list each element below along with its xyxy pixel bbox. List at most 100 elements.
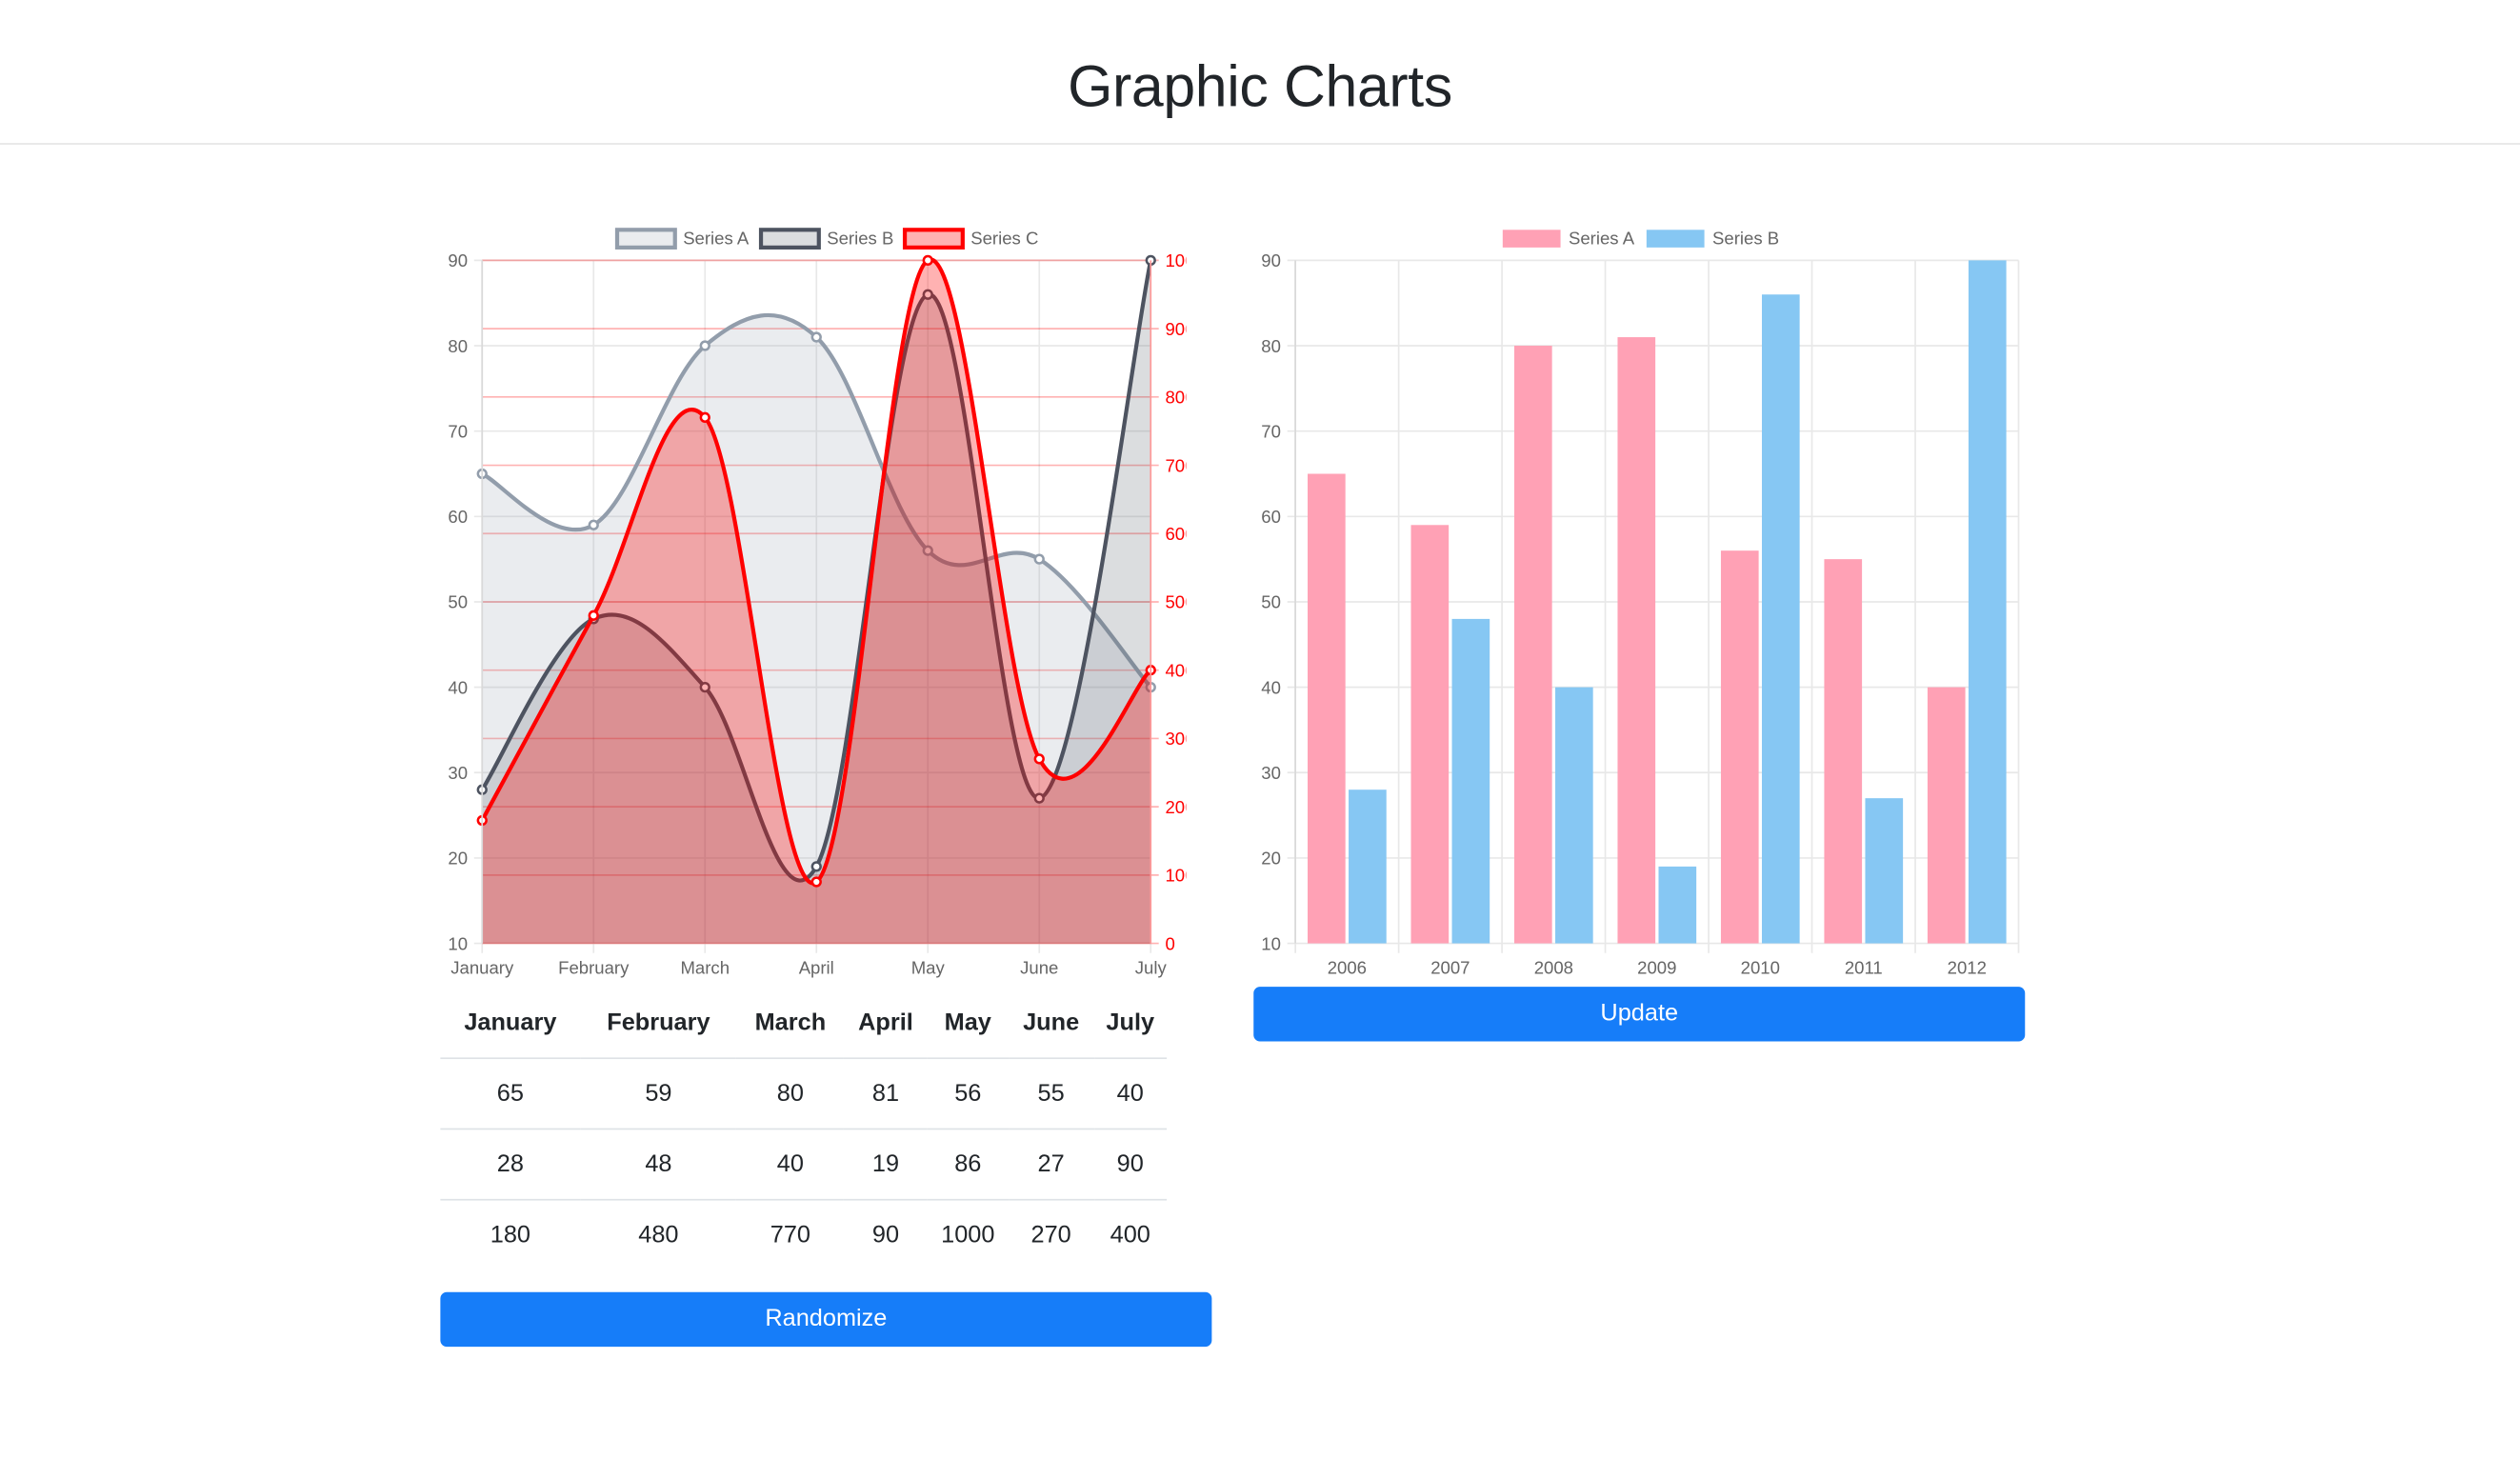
table-header-may: May <box>927 987 1009 1060</box>
y-tick-label: 80 <box>1261 336 1281 356</box>
table-cell: 86 <box>927 1129 1009 1201</box>
x-tick-label: July <box>1135 958 1168 978</box>
y-left-tick-label: 70 <box>448 421 468 441</box>
app-root: Graphic Charts 1020304050607080900100200… <box>0 0 2520 1456</box>
table-header-july: July <box>1093 987 1168 1060</box>
table-header-march: March <box>736 987 845 1060</box>
line-chart: 1020304050607080900100200300400500600700… <box>448 228 1186 978</box>
table-cell: 81 <box>844 1058 928 1130</box>
legend-label-series-b: Series B <box>1712 229 1779 249</box>
y-left-tick-label: 90 <box>448 250 468 270</box>
legend-swatch-series-c <box>902 228 965 250</box>
table-cell: 770 <box>770 1221 811 1249</box>
series-a-point <box>588 519 599 530</box>
table-row: 28 48 40 19 86 27 90 <box>440 1129 1168 1201</box>
y-tick-label: 60 <box>1261 507 1281 527</box>
x-tick-label: May <box>911 958 946 978</box>
y-right-tick-label: 800 <box>1165 388 1186 408</box>
table-row: 180 480 770 90 1000 270 400 <box>440 1200 1167 1269</box>
table-cell: 48 <box>580 1129 737 1201</box>
table-header-january: January <box>440 987 581 1060</box>
table-cell: 59 <box>580 1058 737 1130</box>
y-right-tick-label: 500 <box>1165 592 1186 612</box>
y-tick-label: 40 <box>1261 677 1281 697</box>
y-left-tick-label: 10 <box>448 933 468 953</box>
table-header-april: April <box>844 987 928 1060</box>
y-tick-label: 30 <box>1261 763 1281 783</box>
y-right-tick-label: 700 <box>1165 455 1186 475</box>
table-cell: 65 <box>440 1058 581 1130</box>
y-tick-label: 90 <box>1261 250 1281 270</box>
y-right-tick-label: 300 <box>1165 729 1186 749</box>
y-tick-label: 10 <box>1261 933 1281 953</box>
table-cell: 180 <box>490 1221 531 1249</box>
x-tick-label: January <box>450 958 514 978</box>
table-cell: 80 <box>736 1058 845 1130</box>
x-tick-label: 2006 <box>1328 958 1367 978</box>
legend-swatch-series-b <box>758 228 821 250</box>
series-c-point <box>1033 753 1045 765</box>
table-row: 65 59 80 81 56 55 40 <box>440 1058 1168 1130</box>
table-cell: 56 <box>927 1058 1009 1130</box>
series-a-bar <box>1824 559 1863 944</box>
y-tick-label: 50 <box>1261 592 1281 612</box>
legend-swatch-series-a <box>614 228 677 250</box>
legend-swatch-series-b <box>1646 230 1705 248</box>
series-a-bar <box>1927 687 1966 944</box>
table-cell: 40 <box>736 1129 845 1201</box>
x-tick-label: 2010 <box>1741 958 1780 978</box>
y-left-tick-label: 80 <box>448 336 468 356</box>
series-a-bar <box>1410 525 1450 944</box>
table-cell: 55 <box>1008 1058 1094 1130</box>
series-b-bar <box>1968 260 2007 944</box>
y-left-tick-label: 30 <box>448 763 468 783</box>
y-left-tick-label: 40 <box>448 677 468 697</box>
series-c-point <box>699 411 710 423</box>
table-cell: 1000 <box>941 1221 995 1249</box>
x-tick-label: 2011 <box>1845 958 1883 978</box>
legend-label-series-c: Series C <box>970 229 1038 249</box>
table-body: 65 59 80 81 56 55 40 28 48 40 19 86 27 90 180 480 770 90 1… <box>440 1058 1168 1269</box>
data-table: January February March April May June July 65 5… <box>440 987 1168 1269</box>
y-tick-label: 70 <box>1261 421 1281 441</box>
series-a-point <box>1033 553 1045 565</box>
series-a-point <box>699 340 710 351</box>
series-a-bar <box>1720 550 1759 944</box>
table-cell: 90 <box>1093 1129 1168 1201</box>
series-b-bar <box>1761 294 1800 944</box>
table-header-february: February <box>580 987 737 1060</box>
legend-label-series-a: Series A <box>683 229 750 249</box>
x-tick-label: 2012 <box>1948 958 1987 978</box>
series-b-bar <box>1658 866 1697 944</box>
series-b-bar <box>1555 687 1593 944</box>
y-left-tick-label: 50 <box>448 592 468 612</box>
series-c-point <box>588 610 599 621</box>
table-cell: 270 <box>1030 1221 1071 1249</box>
x-tick-label: March <box>680 958 730 978</box>
table-header-row: January February March April May June July <box>440 987 1168 1060</box>
legend-label-series-b: Series B <box>827 229 893 249</box>
bar-chart: 2006 2007 2008 2009 2010 2011 2012 10 20 30 40 50 60… <box>1261 229 2020 978</box>
randomize-button[interactable]: Randomize <box>440 1291 1212 1348</box>
y-right-tick-label: 0 <box>1165 933 1174 953</box>
y-right-tick-label: 100 <box>1165 866 1186 886</box>
page-title: Graphic Charts <box>1068 52 1452 119</box>
y-right-tick-label: 900 <box>1165 319 1186 339</box>
series-a-bar <box>1308 473 1346 944</box>
y-right-tick-label: 200 <box>1165 797 1186 817</box>
legend-label-series-a: Series A <box>1569 229 1635 249</box>
y-right-tick-label: 1000 <box>1165 250 1186 270</box>
series-a-bar <box>1513 346 1552 944</box>
table-cell: 40 <box>1093 1058 1168 1130</box>
x-tick-label: 2009 <box>1637 958 1676 978</box>
y-left-tick-label: 20 <box>448 849 468 869</box>
table-header-june: June <box>1008 987 1094 1060</box>
table-cell: 90 <box>871 1221 900 1249</box>
x-tick-label: February <box>558 958 630 978</box>
series-b-bar <box>1349 789 1387 944</box>
update-button[interactable]: Update <box>1253 987 2026 1042</box>
series-b-bar <box>1451 618 1490 944</box>
table-cell: 480 <box>638 1221 679 1249</box>
series-c-point <box>922 254 933 267</box>
series-b-bar <box>1865 798 1904 944</box>
